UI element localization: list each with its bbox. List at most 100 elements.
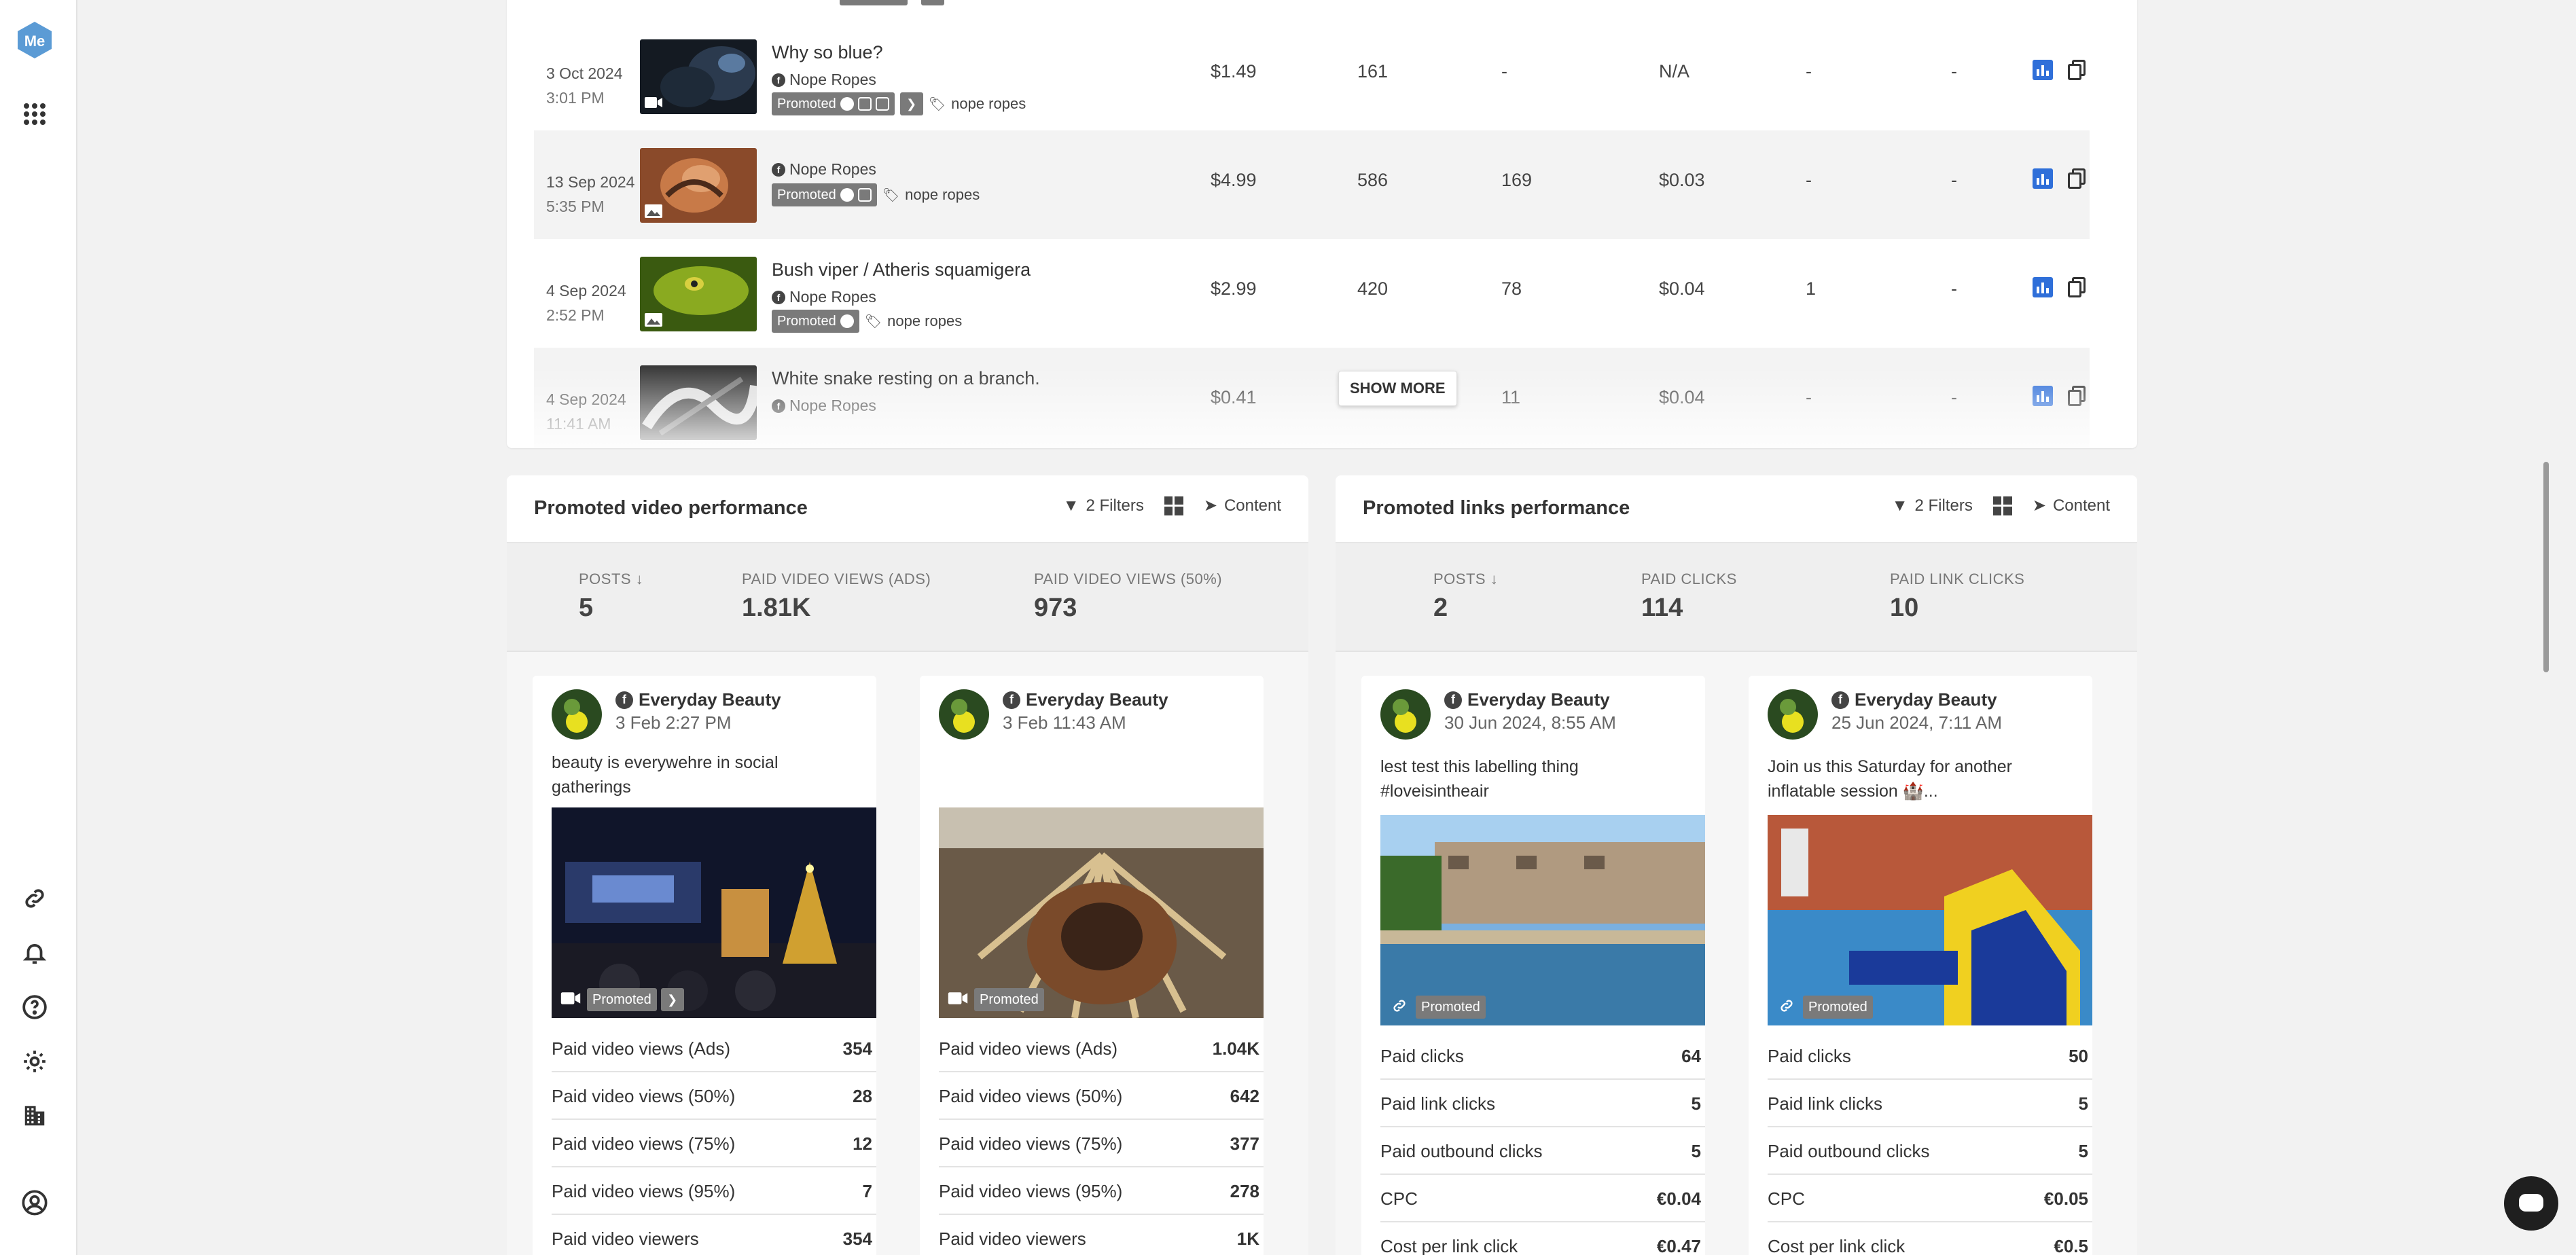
post-tags: Promoted 🏷 nope ropes — [772, 183, 980, 206]
chart-icon[interactable] — [2033, 60, 2053, 80]
grid-view-icon[interactable] — [1992, 496, 2012, 515]
table-row[interactable]: 4 Sep 2024 2:52 PM Bush viper / Atheris s… — [534, 239, 2090, 348]
summary-metrics: POSTS ↓ 2 PAID CLICKS 114 PAID LINK CLICKS… — [1336, 543, 2137, 652]
post-card[interactable]: f Everyday Beauty 25 Jun 2024, 7:11 AM Jo… — [1749, 676, 2092, 1255]
metric-posts[interactable]: POSTS ↓ 2 — [1433, 570, 1498, 623]
metric-posts[interactable]: POSTS ↓ 5 — [579, 570, 643, 623]
facebook-icon: f — [1003, 691, 1020, 709]
table-row[interactable]: 13 Sep 2024 5:35 PM f Nope Ropes Promoted … — [534, 130, 2090, 239]
post-card[interactable]: f Everyday Beauty 3 Feb 2:27 PM beauty is… — [533, 676, 876, 1255]
cell-metric-5: - — [1806, 387, 1812, 407]
promoted-chip: Promoted — [772, 92, 895, 115]
main-content: 3 Oct 2024 3:01 PM Why so blue? f Nope Rop… — [79, 0, 2552, 1255]
chat-support-button[interactable] — [2504, 1176, 2558, 1231]
instagram-icon — [857, 188, 872, 202]
post-media[interactable]: Promoted — [1380, 815, 1705, 1025]
facebook-icon: f — [772, 399, 785, 413]
cell-metric-3: - — [1501, 61, 1507, 81]
post-text: lest test this labelling thing #loveisin… — [1380, 757, 1579, 801]
promoted-chip-partial — [840, 0, 908, 5]
link-icon[interactable] — [17, 881, 52, 916]
gear-icon[interactable] — [17, 1044, 52, 1079]
post-media[interactable]: Promoted — [1768, 815, 2092, 1025]
metric-paid-video-views-50: PAID VIDEO VIEWS (50%) 973 — [1034, 570, 1223, 622]
stat-row: Paid video views (95%) 278 — [939, 1167, 1264, 1215]
post-date: 3 Feb 2:27 PM — [615, 712, 732, 733]
table-row[interactable]: 4 Sep 2024 11:41 AM White snake resting o… — [534, 348, 2090, 448]
post-media[interactable]: Promoted ❯ — [552, 807, 876, 1018]
panel-title: Promoted video performance — [534, 497, 808, 519]
sort-down-icon: ↓ — [635, 570, 644, 587]
avatar — [1380, 689, 1431, 740]
instagram-icon — [857, 97, 872, 111]
image-icon — [644, 312, 663, 327]
cell-metric-5: 1 — [1806, 278, 1817, 299]
sort-down-icon: ↓ — [1490, 570, 1499, 587]
cell-metric-6: - — [1951, 387, 1957, 407]
post-thumbnail[interactable] — [640, 365, 757, 440]
facebook-icon: f — [1444, 691, 1462, 709]
stat-row: Paid clicks 64 — [1380, 1032, 1705, 1080]
media-badges: Promoted — [946, 988, 1044, 1011]
panel-title: Promoted links performance — [1363, 497, 1630, 519]
post-card[interactable]: f Everyday Beauty 30 Jun 2024, 8:55 AM le… — [1361, 676, 1705, 1255]
chart-icon[interactable] — [2033, 277, 2053, 297]
content-button[interactable]: ➤ Content — [2033, 496, 2110, 515]
promoted-chip: Promoted — [974, 988, 1044, 1011]
post-thumbnail[interactable] — [640, 39, 757, 114]
facebook-icon — [840, 97, 854, 111]
chat-icon — [2519, 1194, 2543, 1212]
post-media[interactable]: Promoted — [939, 807, 1264, 1018]
help-icon[interactable] — [17, 989, 52, 1025]
copy-icon[interactable] — [2067, 277, 2087, 297]
apps-grid-icon[interactable] — [17, 96, 52, 132]
vertical-scrollbar[interactable] — [2527, 0, 2552, 1255]
copy-icon[interactable] — [2067, 386, 2087, 406]
filters-button[interactable]: ▼ 2 Filters — [1063, 496, 1144, 515]
cell-metric-2: 420 — [1357, 278, 1389, 299]
media-badges: Promoted — [1387, 996, 1486, 1019]
cell-metric-4: $0.03 — [1659, 170, 1705, 190]
cell-metric-4: $0.04 — [1659, 387, 1705, 407]
bell-icon[interactable] — [17, 935, 52, 970]
post-thumbnail[interactable] — [640, 257, 757, 331]
stat-row: CPC €0.05 — [1768, 1175, 2092, 1222]
building-icon[interactable] — [17, 1098, 52, 1133]
post-tags: Promoted 🏷 nope ropes — [772, 310, 962, 333]
filters-button[interactable]: ▼ 2 Filters — [1892, 496, 1973, 515]
stat-row: Paid video views (50%) 642 — [939, 1072, 1264, 1120]
account-icon[interactable] — [17, 1185, 52, 1220]
scrollbar-thumb[interactable] — [2543, 462, 2549, 672]
table-row[interactable]: 3 Oct 2024 3:01 PM Why so blue? f Nope Rop… — [534, 22, 2090, 130]
link-icon — [1774, 998, 1799, 1017]
post-date: 30 Jun 2024, 8:55 AM — [1444, 712, 1616, 733]
post-author: f Everyday Beauty — [1444, 689, 1610, 710]
filter-icon: ▼ — [1062, 496, 1079, 515]
stat-row: Paid video viewers 1K — [939, 1215, 1264, 1255]
cell-spend: $4.99 — [1211, 170, 1257, 190]
app-logo[interactable]: Me — [16, 20, 54, 60]
content-button[interactable]: ➤ Content — [1204, 496, 1281, 515]
chart-icon[interactable] — [2033, 168, 2053, 189]
post-thumbnail[interactable] — [640, 148, 757, 223]
cell-metric-3: 169 — [1501, 170, 1533, 190]
stat-row: Paid video views (Ads) 354 — [552, 1025, 876, 1072]
post-profile: f Nope Ropes — [772, 397, 876, 415]
left-rail: Me — [0, 0, 77, 1255]
cell-spend: $0.41 — [1211, 387, 1257, 407]
stat-row: CPC €0.04 — [1380, 1175, 1705, 1222]
post-title: Why so blue? — [772, 42, 883, 62]
copy-icon[interactable] — [2067, 60, 2087, 80]
cell-metric-5: - — [1806, 61, 1812, 81]
post-card[interactable]: f Everyday Beauty 3 Feb 11:43 AM Promoted… — [920, 676, 1264, 1255]
cell-metric-6: - — [1951, 61, 1957, 81]
chart-icon[interactable] — [2033, 386, 2053, 406]
video-icon — [644, 95, 663, 110]
send-icon: ➤ — [1203, 496, 1217, 515]
copy-icon[interactable] — [2067, 168, 2087, 189]
show-more-button[interactable]: SHOW MORE — [1338, 371, 1457, 406]
cell-spend: $2.99 — [1211, 278, 1257, 299]
facebook-icon: f — [772, 290, 785, 304]
grid-view-icon[interactable] — [1164, 496, 1183, 515]
stat-row: Paid outbound clicks 5 — [1768, 1127, 2092, 1175]
